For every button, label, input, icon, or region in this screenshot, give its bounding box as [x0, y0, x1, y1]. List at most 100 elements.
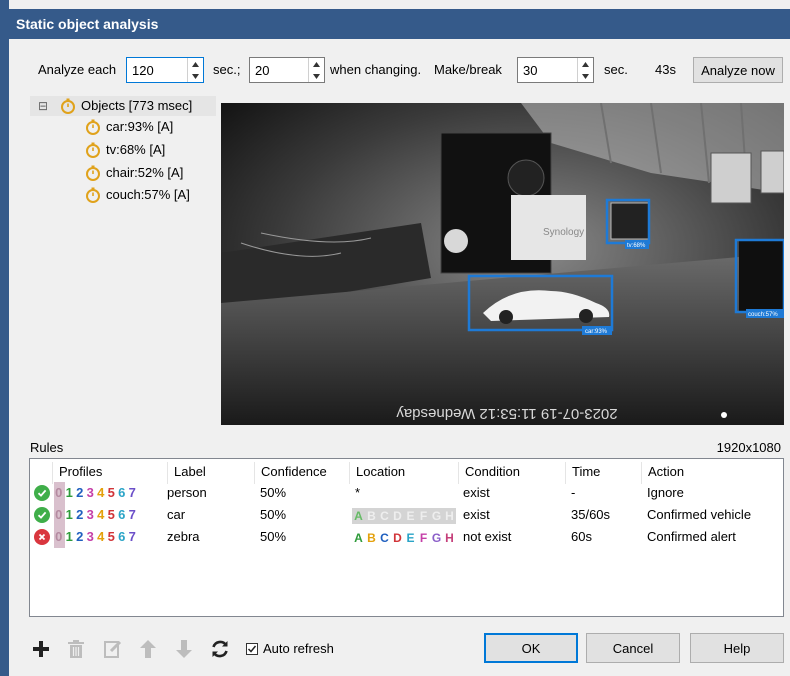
- countdown-text: 43s: [655, 62, 676, 77]
- location-zone: E: [406, 531, 415, 545]
- rules-table[interactable]: Profiles Label Confidence Location Condi…: [29, 458, 784, 617]
- help-button[interactable]: Help: [690, 633, 784, 663]
- table-row[interactable]: 01234567 person 50% * exist - Ignore: [30, 482, 783, 504]
- rule-time: 60s: [571, 529, 592, 544]
- profile-digit: 3: [86, 485, 95, 500]
- tree-root-row[interactable]: ⊟ Objects [773 msec]: [38, 96, 192, 116]
- column-header-profiles[interactable]: Profiles: [52, 462, 167, 484]
- spin-down-icon[interactable]: [188, 70, 203, 82]
- sec-label-2: sec.: [604, 62, 628, 77]
- column-header-condition[interactable]: Condition: [458, 462, 566, 484]
- analyze-each-spinner[interactable]: [126, 57, 204, 83]
- location-zone: H: [443, 508, 456, 524]
- rule-condition: not exist: [463, 529, 512, 544]
- analyze-each-input[interactable]: [127, 58, 185, 82]
- add-icon[interactable]: [29, 637, 53, 661]
- analyze-each-arrows[interactable]: [187, 58, 203, 82]
- rule-time: -: [571, 485, 576, 500]
- rule-condition: exist: [463, 507, 490, 522]
- table-row[interactable]: 01234567 zebra 50% ABCDEFGH not exist 60…: [30, 526, 783, 548]
- location-zone: D: [393, 531, 402, 545]
- location-zone: F: [417, 508, 430, 524]
- column-header-action[interactable]: Action: [641, 462, 783, 484]
- spin-up-icon[interactable]: [188, 58, 203, 70]
- profile-digits[interactable]: 01234567: [54, 504, 138, 526]
- location-zone: B: [365, 508, 378, 524]
- rule-confidence: 50%: [260, 507, 287, 522]
- cancel-button[interactable]: Cancel: [586, 633, 680, 663]
- changing-spinner[interactable]: [249, 57, 325, 83]
- profile-digit: 0: [54, 504, 65, 526]
- auto-refresh-checkbox[interactable]: [246, 643, 258, 655]
- sec-label: sec.;: [213, 62, 241, 77]
- location-zone: F: [419, 531, 428, 545]
- location-zone: C: [378, 508, 391, 524]
- location-zones[interactable]: ABCDEFGH: [352, 530, 456, 546]
- move-down-icon[interactable]: [172, 637, 196, 661]
- tree-item-chair[interactable]: chair:52% [A]: [85, 163, 183, 183]
- location-zone: G: [430, 508, 443, 524]
- tree-root-label: Objects [773 msec]: [81, 98, 193, 113]
- column-header-label[interactable]: Label: [167, 462, 262, 484]
- profile-digit: 2: [76, 485, 85, 500]
- tree-item-label: tv:68% [A]: [106, 142, 166, 157]
- refresh-icon[interactable]: [208, 637, 232, 661]
- table-row[interactable]: 01234567 car 50% ABCDEFGH exist 35/60s C…: [30, 504, 783, 526]
- location-zones[interactable]: ABCDEFGH: [352, 508, 456, 524]
- tree-item-couch[interactable]: couch:57% [A]: [85, 185, 190, 205]
- profile-digits[interactable]: 01234567: [54, 482, 138, 504]
- profile-digit: 0: [54, 526, 65, 548]
- camera-preview[interactable]: Synology tv:68% car:93% couch:57% 2023-0…: [221, 103, 784, 425]
- timestamp-overlay: 2023-07-19 11:53:12 Wednesday: [396, 405, 618, 422]
- move-up-icon[interactable]: [136, 637, 160, 661]
- profile-digit: 7: [128, 507, 137, 522]
- analyze-now-button[interactable]: Analyze now: [693, 57, 783, 83]
- make-break-input[interactable]: [518, 58, 575, 82]
- profile-digits[interactable]: 01234567: [54, 526, 138, 548]
- spin-up-icon[interactable]: [309, 58, 324, 70]
- changing-arrows[interactable]: [308, 58, 324, 82]
- collapse-icon[interactable]: ⊟: [38, 96, 52, 116]
- check-circle-icon: [34, 507, 50, 523]
- stopwatch-icon: [86, 187, 100, 203]
- profile-digit: 6: [118, 485, 127, 500]
- rule-label: car: [167, 507, 186, 522]
- tree-item-car[interactable]: car:93% [A]: [85, 117, 173, 137]
- stopwatch-icon: [61, 98, 75, 114]
- profile-digit: 6: [118, 507, 127, 522]
- detection-label-car: car:93%: [585, 329, 608, 335]
- rule-action: Confirmed vehicle: [647, 507, 752, 522]
- rule-confidence: 50%: [260, 529, 287, 544]
- location-zone: B: [367, 531, 376, 545]
- spin-down-icon[interactable]: [309, 70, 324, 82]
- location-zone: A: [352, 508, 365, 524]
- spin-up-icon[interactable]: [578, 58, 593, 70]
- tree-item-tv[interactable]: tv:68% [A]: [85, 140, 165, 160]
- profile-digit: 3: [86, 507, 95, 522]
- column-header-time[interactable]: Time: [565, 462, 643, 484]
- profile-digit: 7: [128, 529, 137, 544]
- location-zone: G: [431, 531, 442, 545]
- profile-digit: 4: [97, 529, 106, 544]
- spin-down-icon[interactable]: [578, 70, 593, 82]
- window-left-edge: [0, 0, 9, 676]
- column-header-location[interactable]: Location: [349, 462, 461, 484]
- stopwatch-icon: [86, 142, 100, 158]
- rule-action: Ignore: [647, 485, 684, 500]
- delete-icon[interactable]: [64, 637, 88, 661]
- changing-input[interactable]: [250, 58, 306, 82]
- profile-digit: 5: [107, 485, 116, 500]
- make-break-spinner[interactable]: [517, 57, 594, 83]
- rules-label: Rules: [30, 440, 64, 455]
- location-zone: A: [354, 531, 363, 545]
- column-header-confidence[interactable]: Confidence: [254, 462, 350, 484]
- when-changing-label: when changing.: [330, 62, 422, 77]
- rule-label: zebra: [167, 529, 200, 544]
- make-break-arrows[interactable]: [577, 58, 593, 82]
- check-circle-icon: [34, 485, 50, 501]
- ok-button[interactable]: OK: [484, 633, 578, 663]
- profile-digit: 3: [86, 529, 95, 544]
- edit-icon[interactable]: [101, 637, 125, 661]
- detection-label-couch: couch:57%: [748, 312, 778, 318]
- resolution-label: 1920x1080: [716, 440, 781, 455]
